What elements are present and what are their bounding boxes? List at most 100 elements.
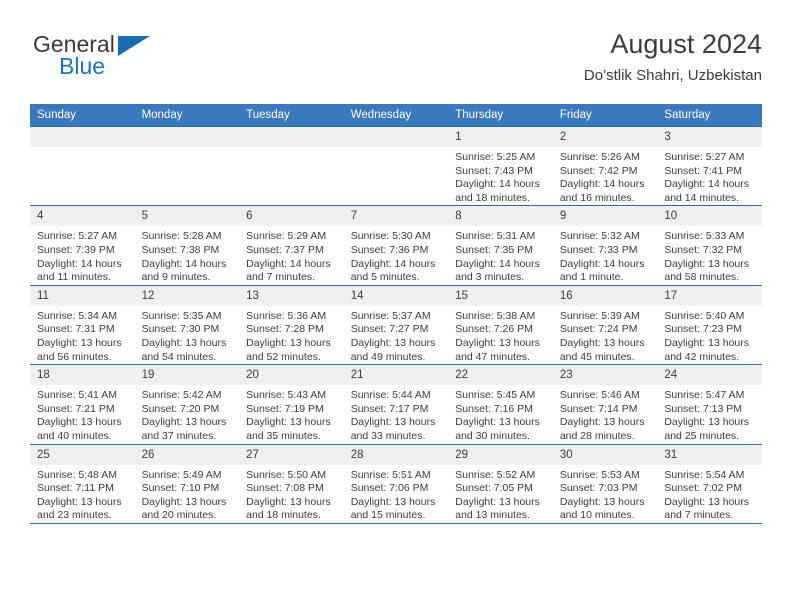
day-number: 22 <box>448 365 553 386</box>
daylight-text: Daylight: 13 hours and 23 minutes. <box>37 495 122 522</box>
calendar-day-cell[interactable]: 13 Sunrise: 5:36 AM Sunset: 7:28 PM Dayligh… <box>239 284 344 365</box>
calendar-day-cell[interactable]: 16 Sunrise: 5:39 AM Sunset: 7:24 PM Dayligh… <box>552 284 658 365</box>
sunset-text: Sunset: 7:05 PM <box>455 482 533 495</box>
sunrise-text: Sunrise: 5:53 AM <box>559 468 640 481</box>
calendar-day-cell[interactable]: 9 Sunrise: 5:32 AM Sunset: 7:33 PM Daylight… <box>552 205 658 286</box>
day-number: 14 <box>343 285 449 306</box>
daylight-text: Daylight: 13 hours and 28 minutes. <box>559 416 645 442</box>
sunrise-text: Sunrise: 5:51 AM <box>350 468 431 481</box>
calendar-day-cell[interactable]: 2 Sunrise: 5:26 AM Sunset: 7:42 PM Daylight… <box>552 125 658 206</box>
sunrise-text: Sunrise: 5:41 AM <box>37 389 117 402</box>
sunset-text: Sunset: 7:26 PM <box>455 323 533 336</box>
calendar-day-cell[interactable]: 15 Sunrise: 5:38 AM Sunset: 7:26 PM Dayligh… <box>448 284 553 365</box>
sunset-text: Sunset: 7:42 PM <box>559 164 638 177</box>
triangle-icon <box>118 36 150 56</box>
day-details: Sunrise: 5:34 AM Sunset: 7:31 PM Daylight:… <box>30 306 135 364</box>
day-details: Sunrise: 5:43 AM Sunset: 7:19 PM Daylight:… <box>239 385 344 443</box>
day-number: 11 <box>30 285 135 306</box>
title-block: August 2024 Do’stlik Shahri, Uzbekistan <box>584 28 762 86</box>
calendar-day-cell[interactable]: 21 Sunrise: 5:44 AM Sunset: 7:17 PM Dayligh… <box>343 364 449 444</box>
day-number: 28 <box>343 444 449 465</box>
daylight-text: Daylight: 13 hours and 10 minutes. <box>559 495 645 522</box>
calendar-day-cell[interactable]: 20 Sunrise: 5:43 AM Sunset: 7:19 PM Dayligh… <box>239 364 344 444</box>
day-number <box>343 127 449 147</box>
calendar-day-cell[interactable]: 14 Sunrise: 5:37 AM Sunset: 7:27 PM Dayligh… <box>343 284 449 365</box>
daylight-text: Daylight: 14 hours and 3 minutes. <box>455 257 540 284</box>
sunset-text: Sunset: 7:21 PM <box>37 402 115 415</box>
sunrise-text: Sunrise: 5:30 AM <box>350 230 431 243</box>
calendar-day-cell[interactable]: 31 Sunrise: 5:54 AM Sunset: 7:02 PM Dayligh… <box>657 443 762 524</box>
calendar-day-cell[interactable]: 4 Sunrise: 5:27 AM Sunset: 7:39 PM Daylight… <box>30 205 135 286</box>
calendar-table: Sunday Monday Tuesday Wednesday Thursday… <box>30 104 762 524</box>
sunset-text: Sunset: 7:24 PM <box>559 323 638 336</box>
sunrise-text: Sunrise: 5:48 AM <box>37 468 117 481</box>
day-number: 4 <box>30 206 135 227</box>
sunrise-text: Sunrise: 5:27 AM <box>664 151 745 163</box>
calendar-cell-empty <box>134 125 240 206</box>
day-details: Sunrise: 5:49 AM Sunset: 7:10 PM Daylight:… <box>135 465 240 523</box>
sunrise-text: Sunrise: 5:38 AM <box>455 309 536 322</box>
day-details: Sunrise: 5:38 AM Sunset: 7:26 PM Daylight:… <box>448 306 553 364</box>
sunrise-text: Sunrise: 5:46 AM <box>559 389 640 402</box>
sunset-text: Sunset: 7:31 PM <box>37 323 115 336</box>
sunrise-text: Sunrise: 5:35 AM <box>141 309 222 322</box>
calendar-day-cell[interactable]: 11 Sunrise: 5:34 AM Sunset: 7:31 PM Dayligh… <box>30 284 135 365</box>
day-details: Sunrise: 5:27 AM Sunset: 7:39 PM Daylight:… <box>30 226 135 284</box>
calendar-day-cell[interactable]: 3 Sunrise: 5:27 AM Sunset: 7:41 PM Daylight… <box>657 125 762 206</box>
calendar-day-cell[interactable]: 10 Sunrise: 5:33 AM Sunset: 7:32 PM Dayligh… <box>657 205 762 286</box>
day-details: Sunrise: 5:42 AM Sunset: 7:20 PM Daylight:… <box>135 385 240 443</box>
sunrise-text: Sunrise: 5:25 AM <box>455 151 536 163</box>
day-number: 16 <box>552 285 658 306</box>
day-details: Sunrise: 5:37 AM Sunset: 7:27 PM Daylight:… <box>344 306 449 364</box>
sunset-text: Sunset: 7:28 PM <box>246 323 324 336</box>
day-number: 5 <box>134 206 240 227</box>
generalblue-logo[interactable]: General Blue <box>33 32 213 88</box>
calendar-day-cell[interactable]: 6 Sunrise: 5:29 AM Sunset: 7:37 PM Daylight… <box>239 205 344 286</box>
page-subtitle: Do’stlik Shahri, Uzbekistan <box>583 67 762 84</box>
day-number: 30 <box>552 444 658 465</box>
day-number: 12 <box>134 285 240 306</box>
day-details: Sunrise: 5:45 AM Sunset: 7:16 PM Daylight:… <box>448 385 553 443</box>
day-number: 8 <box>448 206 553 227</box>
calendar-day-cell[interactable]: 19 Sunrise: 5:42 AM Sunset: 7:20 PM Dayligh… <box>134 364 240 444</box>
page-header: General Blue August 2024 Do’stlik Shahri… <box>30 28 762 98</box>
weekday-header-tuesday: Tuesday <box>239 104 344 127</box>
sunrise-text: Sunrise: 5:26 AM <box>559 151 640 163</box>
daylight-text: Daylight: 13 hours and 58 minutes. <box>664 257 750 284</box>
calendar-day-cell[interactable]: 22 Sunrise: 5:45 AM Sunset: 7:16 PM Dayligh… <box>448 364 553 444</box>
sunset-text: Sunset: 7:32 PM <box>664 243 743 256</box>
weekday-header-monday: Monday <box>134 104 240 127</box>
day-details: Sunrise: 5:41 AM Sunset: 7:21 PM Daylight:… <box>30 385 135 443</box>
calendar-day-cell[interactable]: 26 Sunrise: 5:49 AM Sunset: 7:10 PM Dayligh… <box>134 443 240 524</box>
calendar-day-cell[interactable]: 29 Sunrise: 5:52 AM Sunset: 7:05 PM Dayligh… <box>448 443 553 524</box>
daylight-text: Daylight: 13 hours and 33 minutes. <box>350 416 436 442</box>
sunrise-text: Sunrise: 5:33 AM <box>664 230 745 243</box>
sunrise-text: Sunrise: 5:43 AM <box>246 389 327 402</box>
calendar-day-cell[interactable]: 5 Sunrise: 5:28 AM Sunset: 7:38 PM Daylight… <box>134 205 240 286</box>
daylight-text: Daylight: 13 hours and 42 minutes. <box>664 336 750 363</box>
calendar-day-cell[interactable]: 1 Sunrise: 5:25 AM Sunset: 7:43 PM Daylight… <box>448 125 553 206</box>
daylight-text: Daylight: 13 hours and 35 minutes. <box>246 416 331 442</box>
sunset-text: Sunset: 7:23 PM <box>664 323 743 336</box>
calendar-body: 1 Sunrise: 5:25 AM Sunset: 7:43 PM Daylight… <box>30 125 762 524</box>
calendar-day-cell[interactable]: 30 Sunrise: 5:53 AM Sunset: 7:03 PM Dayligh… <box>552 443 658 524</box>
calendar-cell-empty <box>239 125 344 206</box>
calendar-day-cell[interactable]: 12 Sunrise: 5:35 AM Sunset: 7:30 PM Dayligh… <box>134 284 240 365</box>
sunset-text: Sunset: 7:27 PM <box>350 323 429 336</box>
day-number: 26 <box>134 444 240 465</box>
daylight-text: Daylight: 14 hours and 1 minute. <box>559 257 645 284</box>
calendar-week-row: 18 Sunrise: 5:41 AM Sunset: 7:21 PM Dayligh… <box>30 364 762 444</box>
calendar-day-cell[interactable]: 17 Sunrise: 5:40 AM Sunset: 7:23 PM Dayligh… <box>657 284 762 365</box>
calendar-day-cell[interactable]: 18 Sunrise: 5:41 AM Sunset: 7:21 PM Dayligh… <box>30 364 135 444</box>
calendar-day-cell[interactable]: 24 Sunrise: 5:47 AM Sunset: 7:13 PM Dayligh… <box>657 364 762 444</box>
daylight-text: Daylight: 13 hours and 37 minutes. <box>141 416 227 442</box>
calendar-day-cell[interactable]: 27 Sunrise: 5:50 AM Sunset: 7:08 PM Dayligh… <box>239 443 344 524</box>
daylight-text: Daylight: 13 hours and 7 minutes. <box>664 495 750 522</box>
day-details: Sunrise: 5:47 AM Sunset: 7:13 PM Daylight:… <box>657 385 762 443</box>
day-number: 2 <box>552 127 658 147</box>
calendar-day-cell[interactable]: 8 Sunrise: 5:31 AM Sunset: 7:35 PM Daylight… <box>448 205 553 286</box>
calendar-day-cell[interactable]: 28 Sunrise: 5:51 AM Sunset: 7:06 PM Dayligh… <box>343 443 449 524</box>
calendar-day-cell[interactable]: 25 Sunrise: 5:48 AM Sunset: 7:11 PM Dayligh… <box>30 443 135 524</box>
calendar-day-cell[interactable]: 23 Sunrise: 5:46 AM Sunset: 7:14 PM Dayligh… <box>552 364 658 444</box>
calendar-day-cell[interactable]: 7 Sunrise: 5:30 AM Sunset: 7:36 PM Daylight… <box>343 205 449 286</box>
